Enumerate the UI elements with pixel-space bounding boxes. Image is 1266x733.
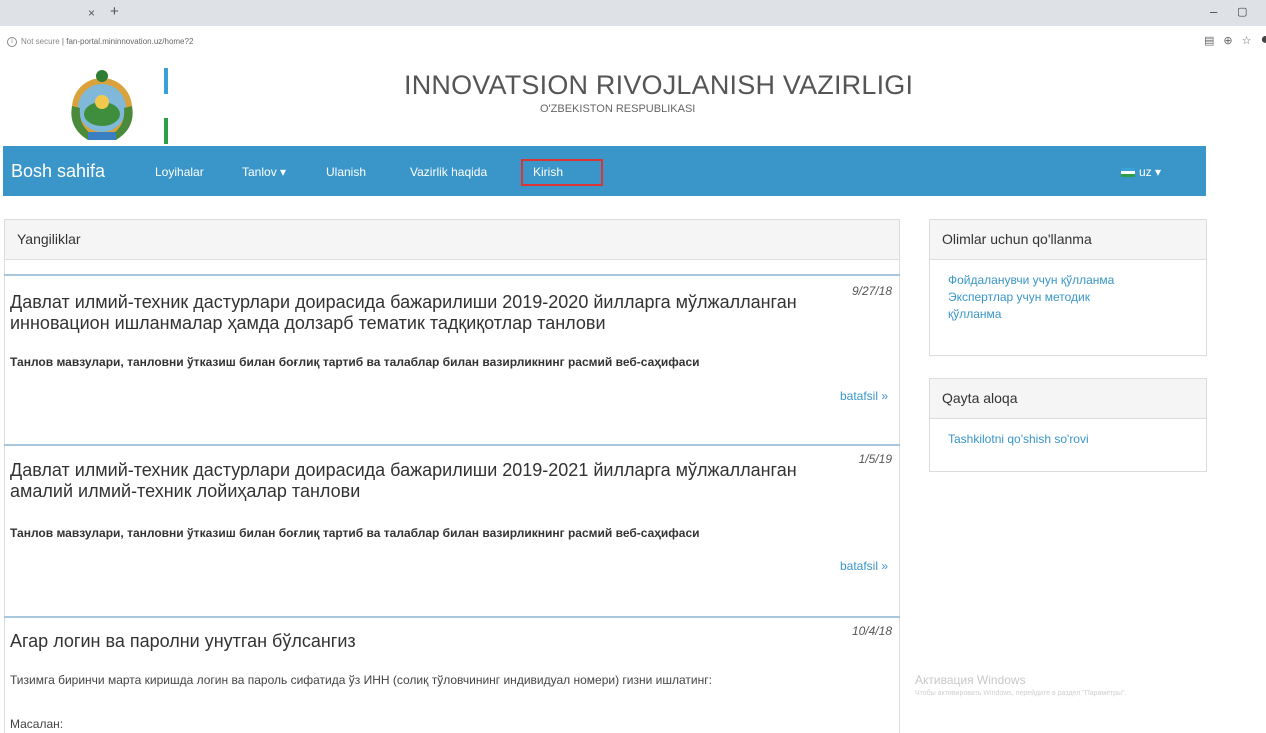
nav-home-link[interactable]: Bosh sahifa bbox=[11, 161, 105, 182]
guide-heading: Olimlar uchun qo'llanma bbox=[930, 220, 1206, 260]
flag-bar-icon bbox=[164, 68, 168, 144]
news-date: 9/27/18 bbox=[851, 284, 892, 298]
read-more-link[interactable]: batafsil » bbox=[840, 389, 888, 403]
windows-activation-text: Чтобы активировать Windows, перейдите в … bbox=[915, 690, 1127, 697]
language-label: uz ▾ bbox=[1139, 165, 1162, 179]
tab-close-icon[interactable]: × bbox=[88, 6, 95, 20]
news-text-example: Масалан: bbox=[10, 717, 64, 731]
nav-item-competition[interactable]: Tanlov ▾ bbox=[242, 165, 286, 179]
expert-guide-link[interactable]: Экспертлар учун методик қўлланма bbox=[948, 289, 1138, 323]
site-subtitle: O'ZBEKISTON RESPUBLIKASI bbox=[540, 103, 696, 115]
news-date: 1/5/19 bbox=[858, 452, 892, 466]
security-label: Not secure bbox=[21, 37, 60, 46]
add-organization-link[interactable]: Tashkilotni qo'shish so'rovi bbox=[948, 431, 1188, 448]
url-field[interactable]: Not secure | fan-portal.mininnovation.uz… bbox=[21, 37, 193, 46]
feedback-links: Tashkilotni qo'shish so'rovi bbox=[930, 419, 1206, 460]
star-icon[interactable]: ☆ bbox=[1242, 34, 1252, 49]
address-bar: i Not secure | fan-portal.mininnovation.… bbox=[0, 26, 1266, 62]
windows-activation-title: Активация Windows bbox=[915, 673, 1026, 687]
news-item: Давлат илмий-техник дастурлари доирасида… bbox=[4, 444, 900, 616]
profile-icon[interactable]: ● bbox=[1261, 31, 1266, 49]
nav-item-projects[interactable]: Loyihalar bbox=[155, 165, 204, 179]
restore-icon[interactable]: ▢ bbox=[1237, 5, 1247, 18]
news-item: Давлат илмий-техник дастурлари доирасида… bbox=[4, 274, 900, 444]
info-icon[interactable]: i bbox=[7, 37, 17, 47]
translate-icon[interactable]: ▤ bbox=[1204, 34, 1214, 49]
new-tab-icon[interactable]: + bbox=[110, 3, 119, 20]
feedback-panel: Qayta aloqa Tashkilotni qo'shish so'rovi bbox=[929, 378, 1207, 472]
news-summary: Танлов мавзулари, танловни ўтказиш билан… bbox=[10, 355, 700, 369]
read-more-link[interactable]: batafsil » bbox=[840, 559, 888, 573]
login-highlight-box bbox=[521, 159, 603, 186]
nav-item-about[interactable]: Vazirlik haqida bbox=[410, 165, 487, 179]
site-title: INNOVATSION RIVOJLANISH VAZIRLIGI bbox=[404, 70, 914, 100]
news-title[interactable]: Давлат илмий-техник дастурлари доирасида… bbox=[10, 292, 810, 334]
browser-tab-bar: × + – ▢ bbox=[0, 0, 1266, 26]
news-summary: Танлов мавзулари, танловни ўтказиш билан… bbox=[10, 526, 700, 540]
news-date: 10/4/18 bbox=[851, 624, 892, 638]
news-heading: Yangiliklar bbox=[5, 220, 899, 260]
news-title[interactable]: Агар логин ва паролни унутган бўлсангиз bbox=[10, 631, 810, 652]
zoom-icon[interactable]: ⊕ bbox=[1223, 34, 1232, 49]
news-text: Тизимга биринчи марта киришда логин ва п… bbox=[10, 673, 712, 687]
minimize-icon[interactable]: – bbox=[1210, 4, 1217, 19]
guide-panel: Olimlar uchun qo'llanma Фойдаланувчи учу… bbox=[929, 219, 1207, 356]
address-bar-icons: ▤ ⊕ ☆ ● bbox=[1204, 31, 1266, 49]
url-text: fan-portal.mininnovation.uz/home?2 bbox=[66, 37, 194, 46]
nav-item-connect[interactable]: Ulanish bbox=[326, 165, 366, 179]
news-title[interactable]: Давлат илмий-техник дастурлари доирасида… bbox=[10, 460, 810, 502]
user-guide-link[interactable]: Фойдаланувчи учун қўлланма bbox=[948, 272, 1188, 289]
uz-flag-icon bbox=[1121, 167, 1135, 177]
language-selector[interactable]: uz ▾ bbox=[1121, 165, 1161, 179]
state-emblem-logo[interactable] bbox=[58, 66, 146, 146]
main-navbar: Bosh sahifa Loyihalar Tanlov ▾ Ulanish V… bbox=[3, 146, 1206, 196]
news-item: Агар логин ва паролни унутган бўлсангиз … bbox=[4, 616, 900, 733]
feedback-heading: Qayta aloqa bbox=[930, 379, 1206, 419]
guide-links: Фойдаланувчи учун қўлланма Экспертлар уч… bbox=[930, 260, 1206, 335]
